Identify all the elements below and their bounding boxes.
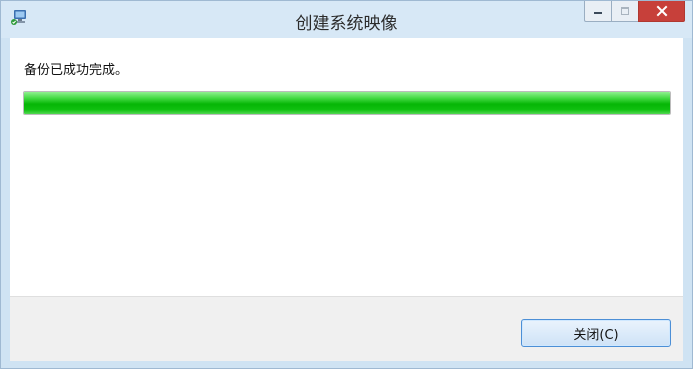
dialog-footer: 关闭(C)	[10, 296, 683, 361]
dialog-content: 备份已成功完成。	[10, 38, 683, 296]
progress-bar	[23, 91, 671, 115]
close-icon	[656, 5, 667, 17]
minimize-icon	[594, 12, 602, 14]
maximize-button[interactable]	[611, 1, 638, 22]
minimize-button[interactable]	[584, 1, 611, 22]
status-message: 备份已成功完成。	[24, 63, 129, 78]
dialog-window: 创建系统映像 备份已成功完成。 关闭(C)	[0, 0, 693, 369]
maximize-icon	[621, 7, 629, 15]
progress-fill	[24, 92, 670, 114]
close-button[interactable]: 关闭(C)	[521, 319, 671, 347]
title-bar[interactable]: 创建系统映像	[1, 1, 692, 38]
close-window-button[interactable]	[638, 1, 685, 22]
caption-buttons	[584, 1, 685, 23]
